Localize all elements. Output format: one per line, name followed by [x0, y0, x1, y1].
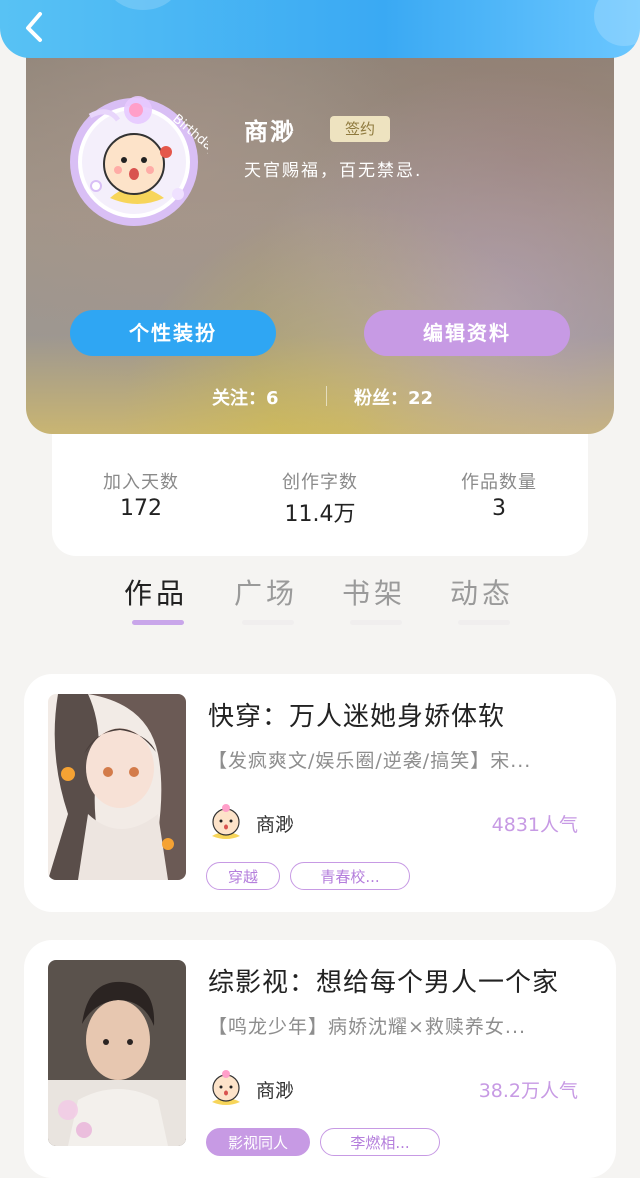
- work-card[interactable]: 快穿：万人迷她身娇体软 【发疯爽文/娱乐圈/逆袭/搞笑】宋... 商渺 4831…: [24, 674, 616, 912]
- decor-bubble: [108, 0, 178, 10]
- stat-label: 创作字数: [282, 472, 358, 493]
- tab-underline: [458, 620, 510, 625]
- tab-label: 广场: [233, 577, 298, 610]
- divider: [326, 386, 327, 406]
- tab-underline: [242, 620, 294, 625]
- book-title[interactable]: 快穿：万人迷她身娇体软: [208, 696, 505, 733]
- tab-underline: [132, 620, 184, 625]
- stat-label: 作品数量: [461, 472, 537, 493]
- dress-up-button[interactable]: 个性装扮: [70, 310, 276, 356]
- stat-work-count: 作品数量 3: [410, 468, 588, 521]
- tab-underline: [350, 620, 402, 625]
- tag[interactable]: 青春校...: [290, 862, 410, 890]
- tab-label: 动态: [449, 577, 514, 610]
- signed-badge: 签约: [330, 116, 390, 142]
- stat-value: 3: [492, 496, 506, 521]
- tab-works[interactable]: 作品: [106, 572, 206, 625]
- book-description: 【鸣龙少年】病娇沈耀×救赎养女...: [208, 1016, 527, 1038]
- top-bar: [0, 0, 640, 58]
- author-avatar: [212, 1070, 240, 1105]
- tab-label: 书架: [341, 577, 406, 610]
- tab-activity[interactable]: 动态: [432, 572, 532, 625]
- back-icon[interactable]: [14, 6, 54, 46]
- tag[interactable]: 影视同人: [206, 1128, 310, 1156]
- edit-profile-button[interactable]: 编辑资料: [364, 310, 570, 356]
- stat-label: 加入天数: [103, 472, 179, 493]
- popularity: 4831人气: [491, 814, 578, 836]
- following-count[interactable]: 关注：6: [212, 384, 279, 410]
- book-cover[interactable]: [48, 960, 186, 1146]
- profile-name: 商渺: [244, 118, 296, 146]
- tag[interactable]: 李燃相...: [320, 1128, 440, 1156]
- stat-word-count: 创作字数 11.4万: [231, 468, 409, 528]
- author-name: 商渺: [256, 1080, 295, 1102]
- decor-bubble: [594, 0, 640, 46]
- book-cover[interactable]: [48, 694, 186, 880]
- stats-panel: 加入天数 172 创作字数 11.4万 作品数量 3: [52, 430, 588, 556]
- author-name: 商渺: [256, 814, 295, 836]
- tab-square[interactable]: 广场: [216, 572, 316, 625]
- stat-value: 172: [120, 496, 162, 521]
- profile-motto: 天官赐福，百无禁忌.: [244, 161, 423, 181]
- stat-join-days: 加入天数 172: [52, 468, 230, 521]
- tab-bar: 作品 广场 书架 动态: [0, 572, 640, 642]
- profile-header: Birthday 商渺 签约 天官赐福，百无禁忌. 个性装扮 编辑资料 关注：6…: [26, 40, 614, 434]
- stat-value: 11.4万: [284, 502, 356, 527]
- tab-label: 作品: [123, 577, 188, 610]
- author-avatar: [212, 804, 240, 839]
- tag[interactable]: 穿越: [206, 862, 280, 890]
- popularity: 38.2万人气: [478, 1080, 578, 1102]
- work-card[interactable]: 综影视：想给每个男人一个家 【鸣龙少年】病娇沈耀×救赎养女... 商渺 38.2…: [24, 940, 616, 1178]
- book-title[interactable]: 综影视：想给每个男人一个家: [208, 962, 559, 999]
- tab-bookshelf[interactable]: 书架: [324, 572, 424, 625]
- followers-count[interactable]: 粉丝：22: [354, 384, 433, 410]
- book-description: 【发疯爽文/娱乐圈/逆袭/搞笑】宋...: [208, 750, 532, 772]
- avatar[interactable]: Birthday: [68, 76, 208, 226]
